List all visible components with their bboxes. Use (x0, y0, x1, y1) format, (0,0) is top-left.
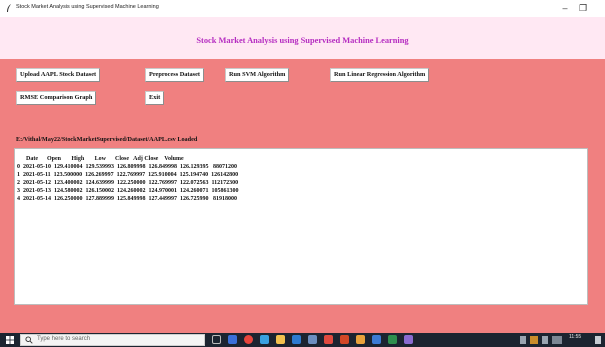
store-icon[interactable] (308, 335, 317, 344)
security-icon[interactable] (324, 335, 333, 344)
edge-icon[interactable] (260, 335, 269, 344)
output-header-line: Date Open High Low Close Adj Close Volum… (17, 156, 184, 162)
taskbar-search-input[interactable]: Type here to search (20, 334, 205, 346)
output-row: 0 2021-05-10 129.410004 129.539993 126.8… (17, 164, 237, 170)
window-titlebar: Stock Market Analysis using Supervised M… (0, 0, 605, 17)
run-svm-button[interactable]: Run SVM Algorithm (225, 68, 290, 82)
output-row: 4 2021-05-14 126.250000 127.889999 125.8… (17, 196, 237, 202)
chrome-icon[interactable] (244, 335, 253, 344)
run-linear-regression-button[interactable]: Run Linear Regression Algorithm (330, 68, 430, 82)
volume-icon[interactable] (542, 336, 548, 344)
exit-button[interactable]: Exit (145, 91, 165, 105)
taskbar-clock[interactable]: 11:55 (569, 334, 581, 340)
mail-icon[interactable] (292, 335, 301, 344)
search-icon (25, 336, 33, 344)
status-label: E:/Vithal/May22/StockMarketSupervised/Da… (16, 136, 198, 143)
search-placeholder: Type here to search (37, 336, 91, 342)
maximize-button[interactable]: ❐ (577, 3, 589, 13)
app-heading: Stock Market Analysis using Supervised M… (196, 36, 409, 45)
office-icon[interactable] (356, 335, 365, 344)
minimize-button[interactable]: – (559, 3, 571, 13)
output-row: 3 2021-05-13 124.580002 126.150002 124.2… (17, 188, 239, 194)
notifications-icon[interactable] (595, 336, 601, 344)
word-icon[interactable] (372, 335, 381, 344)
excel-icon[interactable] (388, 335, 397, 344)
network-icon[interactable] (520, 336, 526, 344)
taskbar-app-icon[interactable] (228, 335, 237, 344)
task-view-icon[interactable] (212, 335, 221, 344)
app-feather-icon (7, 4, 11, 12)
windows-start-icon[interactable] (6, 336, 14, 344)
taskbar: Type here to search 11:55 (0, 333, 605, 347)
upload-dataset-button[interactable]: Upload AAPL Stock Dataset (16, 68, 101, 82)
output-row: 1 2021-05-11 123.500000 126.269997 122.7… (17, 172, 239, 178)
window-title: Stock Market Analysis using Supervised M… (16, 4, 159, 10)
preprocess-dataset-button[interactable]: Preprocess Dataset (145, 68, 205, 82)
powerpoint-icon[interactable] (340, 335, 349, 344)
rmse-graph-button[interactable]: RMSE Comparison Graph (16, 91, 97, 105)
output-row: 2 2021-05-12 123.400002 124.639999 122.2… (17, 180, 239, 186)
app-icon[interactable] (404, 335, 413, 344)
folder-icon[interactable] (276, 335, 285, 344)
tray-app-icon[interactable] (530, 336, 538, 344)
language-icon[interactable] (552, 336, 562, 344)
output-textarea[interactable]: Date Open High Low Close Adj Close Volum… (14, 148, 588, 305)
